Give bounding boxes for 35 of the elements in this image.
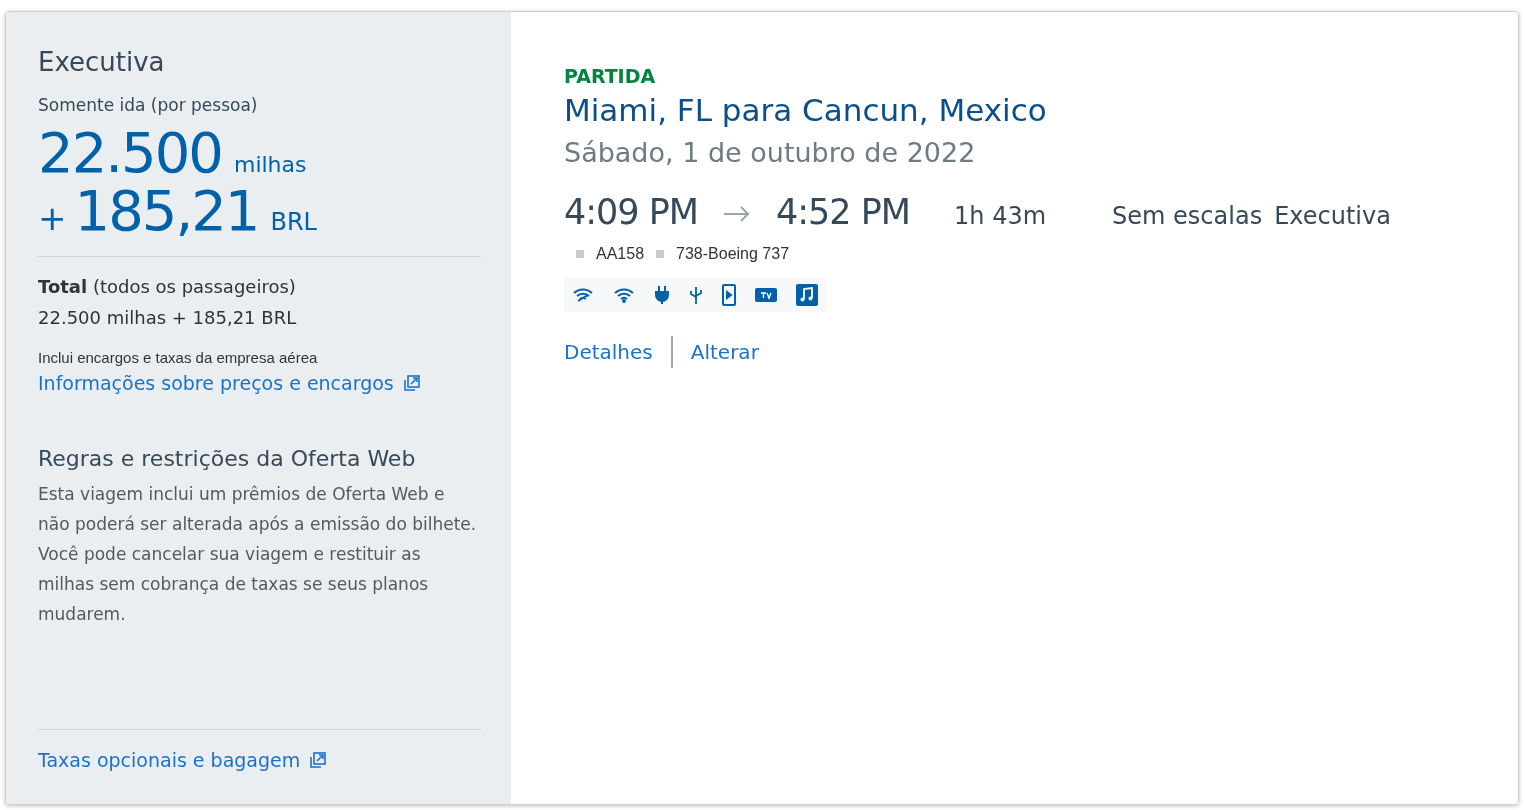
music-icon [796,284,818,307]
miles-unit: milhas [233,151,307,179]
includes-note: Inclui encargos e taxas da empresa aérea [38,347,319,368]
stops: Sem escalas [1112,200,1263,232]
total-label: Total (todos os passageiros) [38,274,297,299]
tv-icon [755,288,777,303]
rules-title: Regras e restrições da Oferta Web [38,444,417,473]
flight-link[interactable]: Alterar [690,337,759,368]
flight-link[interactable]: Detalhes [564,337,653,368]
total-value: 22.500 milhas + 185,21 BRL [38,305,298,330]
duration: 1h 43m [954,200,1047,232]
currency: BRL [270,206,317,238]
aircraft: 738-Boeing 737 [676,244,790,265]
flight-date: Sábado, 1 de outubro de 2022 [564,136,977,171]
arrival-time: 4:52 PM [776,190,911,234]
route-title: Miami, FL para Cancun, Mexico [564,90,1048,130]
wifi-icon [613,287,635,304]
pricing-link[interactable]: Informações sobre preços e encargos [38,369,481,398]
cabin-class: Executiva [1274,200,1391,232]
fees-link[interactable]: Taxas opcionais e bagagem [38,745,481,774]
departure-time: 4:09 PM [564,190,699,234]
direction-label: PARTIDA [564,64,657,89]
power-plug-icon [654,286,670,305]
flight-number: AA158 [596,244,645,265]
bullet-icon [656,250,665,259]
phone-icon [722,284,736,307]
external-link-icon [401,373,422,394]
bullet-icon [576,250,584,259]
usb-icon [689,285,703,306]
rules-text: Esta viagem inclui um prêmios de Oferta Web e não poderá ser alterada após a emissão do bilhete. Você pode cancelar sua viagem e restituir as milhas sem cobrança de taxas se seus planos mudarem. [38,482,478,626]
trip-type: Somente ida (por pessoa) [38,93,259,117]
plus-sign: + [38,196,67,240]
cabin-title: Executiva [38,46,166,79]
wifi-icon [572,287,594,304]
external-link-icon [308,749,329,770]
